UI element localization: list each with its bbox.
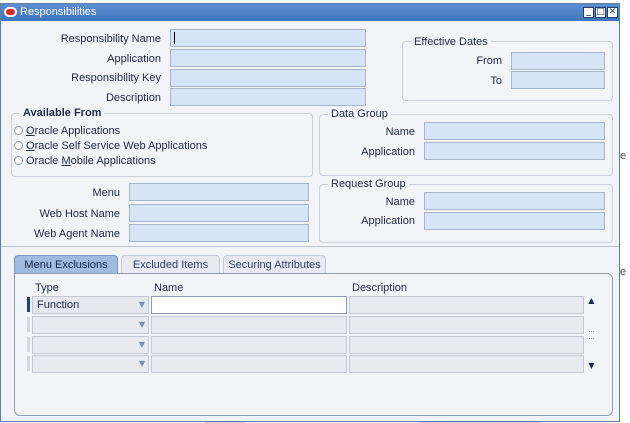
radio-circle-icon (14, 156, 23, 165)
chevron-down-icon[interactable]: ▼ (139, 320, 145, 329)
application-field[interactable] (170, 49, 366, 67)
responsibility-key-label: Responsibility Key (71, 72, 161, 84)
text-cursor (174, 32, 175, 44)
chevron-down-icon[interactable]: ▼ (139, 300, 145, 309)
responsibility-key-field[interactable] (170, 69, 366, 87)
radio-oracle-mobile[interactable]: Oracle Mobile Applications (14, 155, 156, 167)
from-date-field[interactable] (511, 52, 605, 70)
name-cell[interactable] (151, 296, 347, 314)
row-indicator[interactable] (27, 317, 30, 332)
web-host-label: Web Host Name (39, 208, 121, 220)
responsibility-name-field[interactable] (170, 29, 366, 47)
data-group-application-field[interactable] (424, 142, 605, 160)
name-cell[interactable] (151, 355, 347, 373)
type-cell[interactable]: ▼ (32, 355, 149, 373)
to-date-field[interactable] (511, 71, 605, 89)
available-from-title: Available From (20, 107, 105, 119)
column-header-name: Name (154, 282, 184, 294)
description-cell[interactable] (349, 355, 584, 373)
web-agent-label: Web Agent Name (33, 228, 120, 240)
description-cell[interactable] (349, 296, 584, 314)
request-group-title: Request Group (328, 178, 409, 190)
close-icon[interactable]: ✕ (607, 7, 618, 18)
chevron-down-icon[interactable]: ▼ (139, 340, 145, 349)
name-cell[interactable] (151, 336, 347, 354)
scroll-up-icon[interactable]: ▲ (586, 295, 597, 306)
radio-circle-icon (14, 126, 23, 135)
request-group-name-label: Name (385, 196, 415, 208)
section-divider (1, 246, 619, 247)
row-indicator[interactable] (27, 297, 30, 312)
menu-field[interactable] (129, 183, 309, 201)
to-label: To (490, 75, 502, 87)
scroll-track[interactable] (586, 306, 597, 360)
scroll-grip[interactable] (589, 331, 594, 339)
data-group-name-field[interactable] (424, 122, 605, 140)
web-host-field[interactable] (129, 204, 309, 222)
column-header-description: Description (352, 282, 408, 294)
column-header-type: Type (35, 282, 59, 294)
application-label: Application (107, 53, 161, 65)
description-cell[interactable] (349, 336, 584, 354)
data-group-name-label: Name (385, 126, 415, 138)
radio-oracle-self-service[interactable]: Oracle Self Service Web Applications (14, 140, 207, 152)
background-text-fragment: e (620, 266, 627, 278)
grid-scrollbar[interactable]: ▲ ▼ (586, 295, 597, 371)
request-group-application-label: Application (361, 215, 415, 227)
row-indicator[interactable] (27, 356, 30, 371)
background-text-fragment: e (620, 150, 627, 162)
data-group-application-label: Application (361, 146, 415, 158)
from-label: From (476, 55, 502, 67)
request-group-name-field[interactable] (424, 192, 605, 210)
row-indicator[interactable] (27, 337, 30, 352)
tab-menu-exclusions[interactable]: Menu Exclusions (14, 255, 118, 274)
effective-dates-title: Effective Dates (411, 36, 491, 48)
menu-label: Menu (92, 187, 120, 199)
maximize-icon[interactable]: □ (595, 7, 606, 18)
type-cell[interactable]: ▼ (32, 336, 149, 354)
title-bar[interactable]: Responsibilities _ □ ✕ (1, 4, 619, 21)
description-label: Description (105, 92, 161, 104)
radio-oracle-applications[interactable]: Oracle Applications (14, 125, 120, 137)
responsibility-name-label: Responsibility Name (60, 33, 161, 45)
web-agent-field[interactable] (129, 224, 309, 242)
oracle-app-icon (4, 7, 17, 17)
radio-circle-icon (14, 141, 23, 150)
tab-securing-attributes[interactable]: Securing Attributes (223, 255, 326, 274)
window-title: Responsibilities (20, 6, 97, 18)
minimize-icon[interactable]: _ (583, 7, 594, 18)
scroll-down-icon[interactable]: ▼ (586, 360, 597, 371)
chevron-down-icon[interactable]: ▼ (139, 359, 145, 368)
description-field[interactable] (170, 88, 366, 106)
type-cell[interactable]: ▼ (32, 316, 149, 334)
tab-excluded-items[interactable]: Excluded Items (121, 255, 220, 274)
name-cell[interactable] (151, 316, 347, 334)
description-cell[interactable] (349, 316, 584, 334)
type-cell[interactable]: Function ▼ (32, 296, 149, 314)
data-group-title: Data Group (328, 108, 391, 120)
request-group-application-field[interactable] (424, 212, 605, 230)
